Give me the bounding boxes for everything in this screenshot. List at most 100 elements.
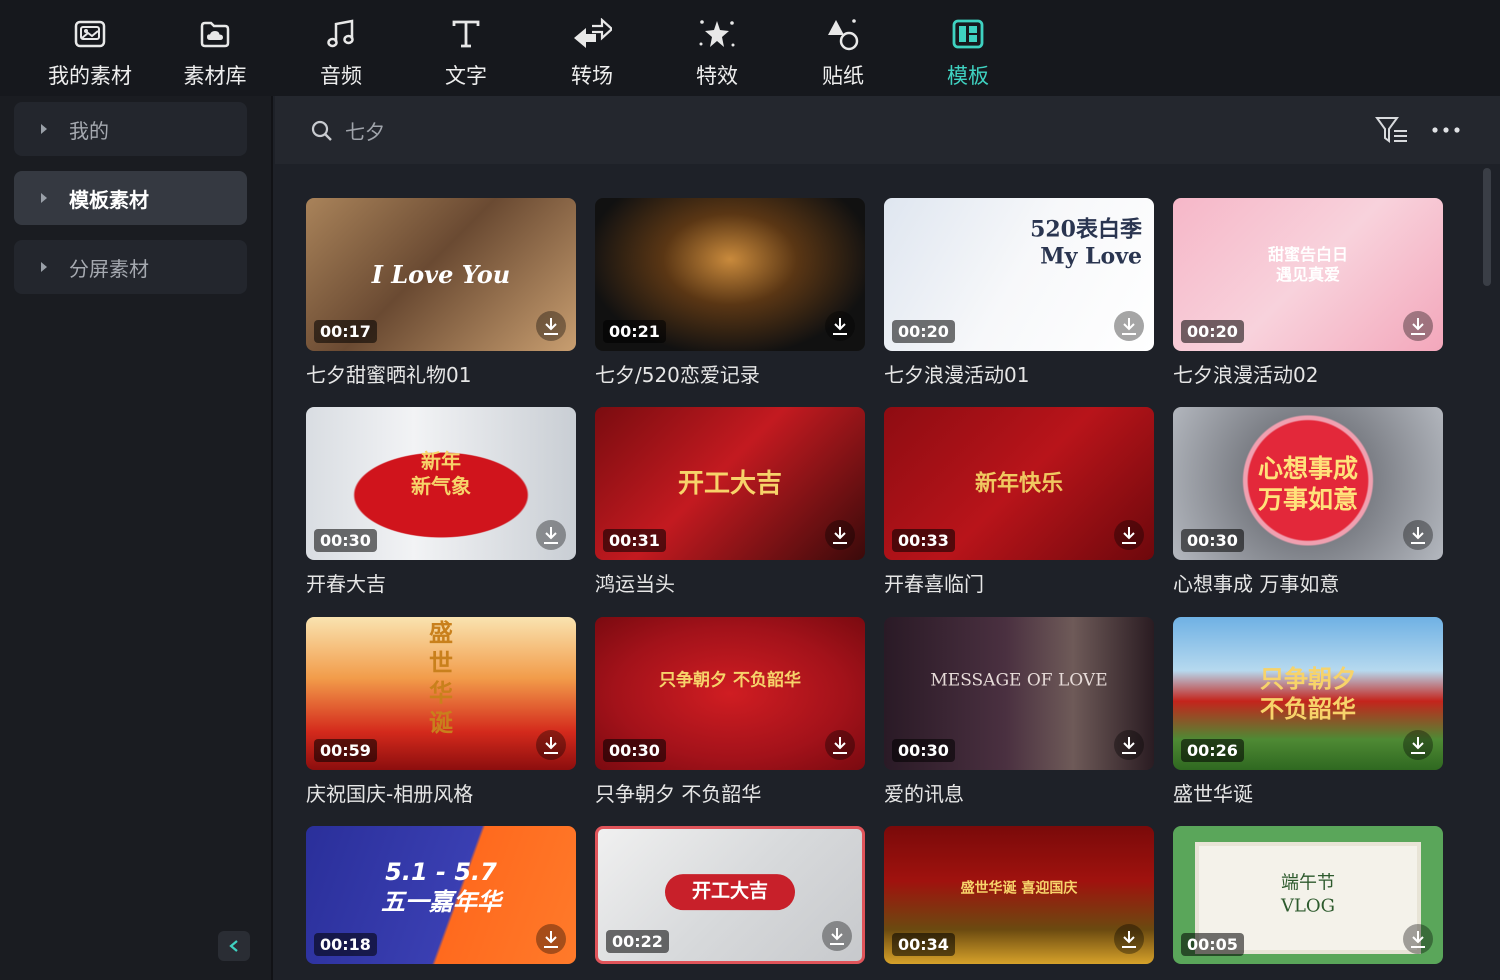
expand-triangle-icon (41, 124, 47, 134)
download-icon[interactable] (822, 921, 852, 951)
download-icon[interactable] (825, 311, 855, 341)
template-thumbnail: 心想事成 万事如意 00:30 (1173, 407, 1443, 560)
download-icon[interactable] (1114, 730, 1144, 760)
template-thumbnail: 00:21 (595, 198, 865, 351)
download-icon[interactable] (825, 730, 855, 760)
download-icon[interactable] (1114, 311, 1144, 341)
thumbnail-overlay-text: 心想事成 万事如意 (1257, 453, 1358, 514)
template-card[interactable]: 心想事成 万事如意 00:30 心想事成 万事如意 (1173, 407, 1443, 597)
download-icon[interactable] (1403, 924, 1433, 954)
tab-label: 文字 (445, 64, 487, 88)
template-thumbnail: 新年快乐 00:33 (884, 407, 1154, 560)
scrollbar[interactable] (1483, 168, 1491, 286)
filter-icon[interactable] (1375, 116, 1409, 144)
tab-stickers[interactable]: 贴纸 (788, 14, 898, 90)
download-icon[interactable] (1114, 520, 1144, 550)
template-card[interactable]: 盛世华诞 00:59 庆祝国庆-相册风格 (306, 617, 576, 807)
transition-icon (572, 14, 612, 54)
template-thumbnail: 只争朝夕 不负韶华 00:30 (595, 617, 865, 770)
expand-triangle-icon (41, 193, 47, 203)
template-card[interactable]: 只争朝夕 不负韶华 00:30 只争朝夕 不负韶华 (595, 617, 865, 807)
duration-badge: 00:31 (603, 529, 666, 552)
template-thumbnail: 甜蜜告白日 遇见真爱 00:20 (1173, 198, 1443, 351)
tab-label: 转场 (571, 64, 613, 88)
download-icon[interactable] (536, 520, 566, 550)
template-card[interactable]: 520表白季 My Love 00:20 七夕浪漫活动01 (884, 198, 1154, 388)
template-card[interactable]: 新年 新气象 00:30 开春大吉 (306, 407, 576, 597)
tab-audio[interactable]: 音频 (286, 14, 396, 90)
template-title: 爱的讯息 (884, 782, 964, 806)
download-icon[interactable] (1114, 924, 1144, 954)
template-card[interactable]: MESSAGE OF LOVE 00:30 爱的讯息 (884, 617, 1154, 807)
duration-badge: 00:30 (1181, 529, 1244, 552)
template-card[interactable]: 5.1 - 5.7 五一嘉年华 00:18 (306, 826, 576, 964)
tab-transition[interactable]: 转场 (537, 14, 647, 90)
template-thumbnail: MESSAGE OF LOVE 00:30 (884, 617, 1154, 770)
template-title: 心想事成 万事如意 (1173, 572, 1340, 596)
sidebar-item-label: 分屏素材 (69, 256, 149, 281)
template-card[interactable]: I Love You 00:17 七夕甜蜜晒礼物01 (306, 198, 576, 388)
thumbnail-overlay-text: 只争朝夕 不负韶华 (659, 670, 801, 691)
template-card[interactable]: 开工大吉 00:31 鸿运当头 (595, 407, 865, 597)
thumbnail-overlay-text: 盛世华诞 喜迎国庆 (960, 880, 1078, 897)
expand-triangle-icon (41, 262, 47, 272)
template-card[interactable]: 开工大吉 00:22 (595, 826, 865, 964)
template-thumbnail: 只争朝夕 不负韶华 00:26 (1173, 617, 1443, 770)
template-thumbnail: 新年 新气象 00:30 (306, 407, 576, 560)
duration-badge: 00:05 (1181, 933, 1244, 956)
sidebar-item-label: 我的 (69, 118, 109, 143)
download-icon[interactable] (536, 730, 566, 760)
sidebar-item-split-screen[interactable]: 分屏素材 (14, 240, 247, 294)
tab-effects[interactable]: 特效 (662, 14, 772, 90)
duration-badge: 00:34 (892, 933, 955, 956)
template-title: 开春大吉 (306, 572, 386, 596)
sidebar-item-template-materials[interactable]: 模板素材 (14, 171, 247, 225)
search-input[interactable] (345, 114, 1245, 146)
template-card[interactable]: 端午节 VLOG 00:05 (1173, 826, 1443, 964)
template-thumbnail: 盛世华诞 喜迎国庆 00:34 (884, 826, 1154, 964)
template-thumbnail: 端午节 VLOG 00:05 (1173, 826, 1443, 964)
duration-badge: 00:17 (314, 320, 377, 343)
thumbnail-overlay-text: 新年 新气象 (306, 428, 576, 539)
duration-badge: 00:30 (314, 529, 377, 552)
thumbnail-overlay-text: 520表白季 My Love (1030, 216, 1142, 270)
tab-text[interactable]: 文字 (411, 14, 521, 90)
thumbnail-overlay-text: 盛世华诞 (429, 618, 453, 738)
thumbnail-overlay-text: 开工大吉 (665, 874, 795, 911)
template-title: 庆祝国庆-相册风格 (306, 782, 474, 806)
duration-badge: 00:30 (603, 739, 666, 762)
tab-label: 音频 (320, 64, 362, 88)
duration-badge: 00:20 (892, 320, 955, 343)
cloud-folder-icon (195, 14, 235, 54)
template-card[interactable]: 只争朝夕 不负韶华 00:26 盛世华诞 (1173, 617, 1443, 807)
tab-my-media[interactable]: 我的素材 (35, 14, 145, 90)
template-card[interactable]: 甜蜜告白日 遇见真爱 00:20 七夕浪漫活动02 (1173, 198, 1443, 388)
sidebar-item-mine[interactable]: 我的 (14, 102, 247, 156)
download-icon[interactable] (1403, 311, 1433, 341)
music-note-icon (321, 14, 361, 54)
collapse-sidebar-button[interactable] (218, 931, 250, 961)
image-icon (70, 14, 110, 54)
more-options-icon[interactable] (1431, 120, 1461, 140)
download-icon[interactable] (536, 924, 566, 954)
download-icon[interactable] (825, 520, 855, 550)
thumbnail-overlay-text: 端午节 VLOG (1280, 872, 1336, 917)
tab-templates[interactable]: 模板 (913, 14, 1023, 90)
template-title: 七夕甜蜜晒礼物01 (306, 363, 472, 387)
tab-media-library[interactable]: 素材库 (160, 14, 270, 90)
top-toolbar: 我的素材 素材库 音频 文字 转场 特效 贴纸 模板 (0, 0, 1500, 96)
template-card[interactable]: 盛世华诞 喜迎国庆 00:34 (884, 826, 1154, 964)
template-card[interactable]: 新年快乐 00:33 开春喜临门 (884, 407, 1154, 597)
template-card[interactable]: 00:21 七夕/520恋爱记录 (595, 198, 865, 388)
download-icon[interactable] (1403, 730, 1433, 760)
thumbnail-overlay-text: 甜蜜告白日 遇见真爱 (1267, 245, 1348, 285)
download-icon[interactable] (536, 311, 566, 341)
duration-badge: 00:20 (1181, 320, 1244, 343)
sidebar-item-label: 模板素材 (69, 187, 149, 212)
search-bar (275, 96, 1500, 164)
template-thumbnail: 520表白季 My Love 00:20 (884, 198, 1154, 351)
download-icon[interactable] (1403, 520, 1433, 550)
template-thumbnail: 开工大吉 00:31 (595, 407, 865, 560)
duration-badge: 00:33 (892, 529, 955, 552)
tab-label: 素材库 (183, 64, 247, 88)
